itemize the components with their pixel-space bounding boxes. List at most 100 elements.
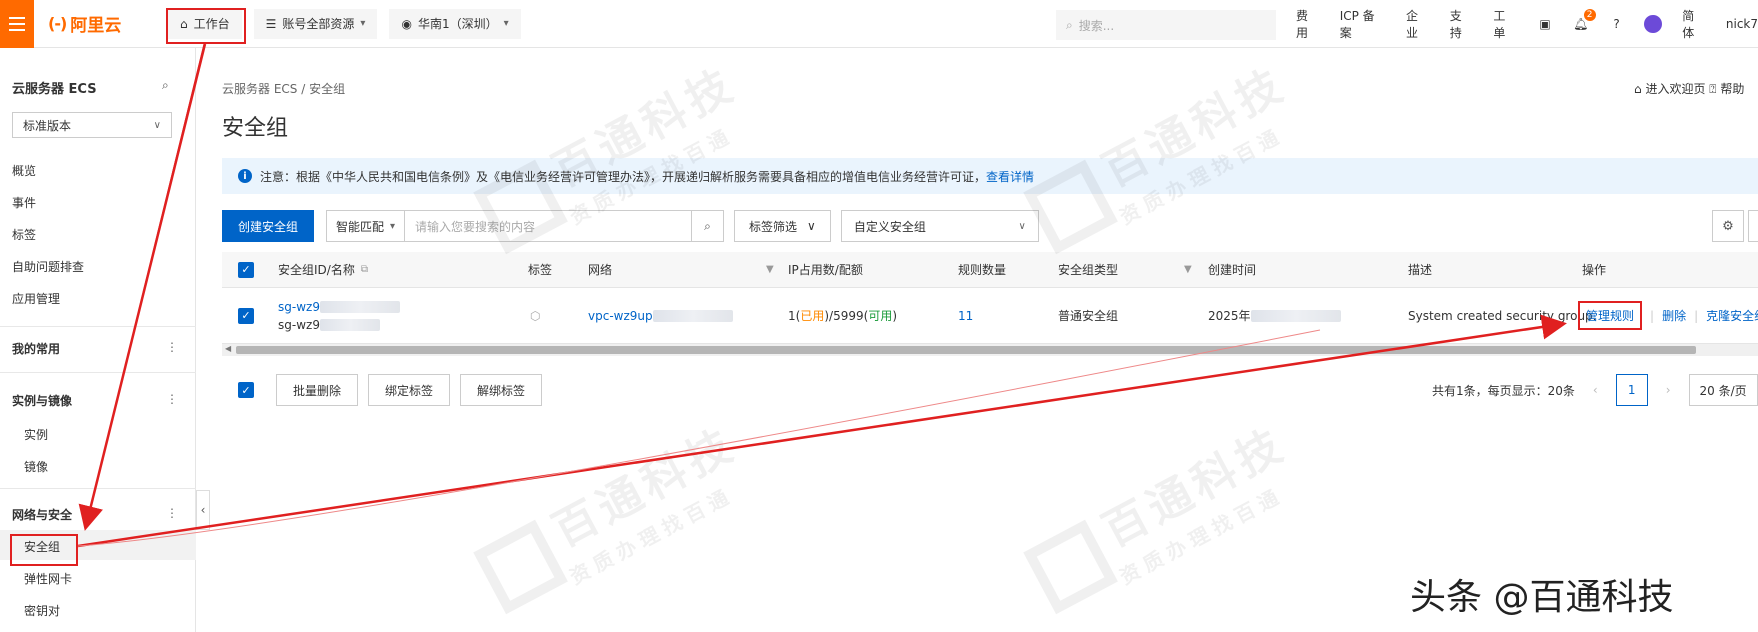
row-id-cell: sg-wz9 sg-wz9 [278,288,400,343]
region-selector[interactable]: ◉ 华南1（深圳） ▾ [389,8,521,39]
sidebar-item-keypair[interactable]: 密钥对 [24,602,60,619]
horizontal-scrollbar[interactable]: ◀ [222,344,1758,356]
bell-icon[interactable]: 🔔︎ 2 [1573,9,1596,32]
more-icon[interactable]: ⋮ [166,340,178,354]
avatar[interactable] [1644,15,1663,33]
help-link[interactable]: 帮助 [1720,82,1744,96]
collapse-sidebar-button[interactable]: ‹ [196,490,210,530]
search-icon[interactable]: ⌕ [691,211,723,241]
delete-link[interactable]: 删除 [1662,307,1686,324]
more-icon[interactable]: ⋮ [166,392,178,406]
link-icp[interactable]: ICP 备案 [1340,7,1386,41]
link-ticket[interactable]: 工单 [1493,7,1517,41]
language-switch[interactable]: 简体 [1682,7,1706,41]
sidebar-group-instances[interactable]: 实例与镜像 [12,392,72,409]
chevron-down-icon: ∨ [807,219,816,233]
sidebar-item-tags[interactable]: 标签 [12,226,36,243]
divider: | [1694,308,1699,323]
pagination-summary: 共有1条，每页显示：20条 [1432,383,1575,398]
tag-icon[interactable]: ⬡ [530,288,540,343]
match-mode-select[interactable]: 智能匹配 ▾ [327,211,406,241]
header-id: 安全组ID/名称 ⧉ [278,252,368,287]
sidebar-item-images[interactable]: 镜像 [24,458,48,475]
home-icon: ⌂ [1634,82,1642,96]
highlight-workbench [166,8,246,44]
created-cell: 2025年 [1208,288,1341,343]
page-size-select[interactable]: 20 条/页 [1688,374,1758,406]
arrow-guide [77,329,1321,547]
watermark: 百通科技 [1017,409,1305,614]
settings-icon[interactable]: ⚙ [1712,210,1744,242]
sidebar-item-instances[interactable]: 实例 [24,426,48,443]
more-icon[interactable]: ⋮ [166,506,178,520]
menu-icon[interactable] [0,0,34,48]
aliyun-logo[interactable]: (-) 阿里云 [48,11,138,36]
sidebar-item-overview[interactable]: 概览 [12,162,36,179]
check-icon: ✓ [238,307,254,324]
search-input[interactable]: 请输入您要搜索的内容 [405,211,691,241]
tag-filter-label: 标签筛选 [749,219,798,234]
version-select[interactable]: 标准版本 ∨ [12,112,172,138]
search-group: 智能匹配 ▾ 请输入您要搜索的内容 ⌕ [326,210,725,242]
link-support[interactable]: 支持 [1450,7,1474,41]
sidebar-group-network[interactable]: 网络与安全 [12,506,72,523]
tag-filter-button[interactable]: 标签筛选 ∨ [734,210,831,242]
sidebar-item-eni[interactable]: 弹性网卡 [24,570,72,587]
sg-type: 普通安全组 [1058,309,1119,323]
search-icon[interactable]: ⌕ [162,78,169,93]
notice-link[interactable]: 查看详情 [986,170,1034,184]
chevron-down-icon: ▾ [503,18,509,29]
bind-tag-button[interactable]: 绑定标签 [368,374,451,406]
vpc-link: vpc-wz9up [588,308,653,323]
custom-security-group-select[interactable]: 自定义安全组 ∨ [840,210,1039,242]
filter-icon[interactable]: ▼ [1178,252,1192,287]
resource-selector[interactable]: ☰ 账号全部资源 ▾ [253,8,378,39]
row-checkbox[interactable]: ✓ [238,288,254,343]
network-cell[interactable]: vpc-wz9up [588,288,733,343]
global-search-input[interactable]: ⌕ 搜索... [1056,10,1276,40]
filter-icon[interactable]: ▼ [760,252,774,287]
search-icon: ⌕ [1066,17,1073,32]
select-all-checkbox[interactable]: ✓ [238,252,254,287]
notice-text: 注意：根据《中华人民共和国电信条例》及《电信业务经营许可管理办法》，开展递归解析… [260,168,1034,185]
clone-link[interactable]: 克隆安全组 [1706,307,1758,324]
help-icon[interactable]: ? [1609,16,1625,32]
toolbar: 创建安全组 智能匹配 ▾ 请输入您要搜索的内容 ⌕ 标签筛选 ∨ 自定义安全组 … [222,210,1039,242]
breadcrumb: 云服务器 ECS / 安全组 [222,82,346,96]
header-rules: 规则数量 [958,263,1007,277]
watermark-logo [473,519,568,614]
divider: | [1650,308,1655,323]
info-icon: i [238,169,252,183]
sidebar-item-troubleshoot[interactable]: 自助问题排查 [12,258,84,275]
unbind-tag-button[interactable]: 解绑标签 [460,374,543,406]
list-icon: ☰ [265,16,277,31]
watermark: 百通科技 [467,409,755,614]
notice-body: 注意：根据《中华人民共和国电信条例》及《电信业务经营许可管理办法》，开展递归解析… [260,169,987,184]
resource-label: 账号全部资源 [282,17,355,31]
arrow-sidebar-to-manage [77,314,1567,548]
chevron-down-icon: ▾ [360,18,366,29]
sidebar-group-favorites[interactable]: 我的常用 [12,340,60,357]
sidebar-item-app-management[interactable]: 应用管理 [12,290,60,307]
welcome-link[interactable]: 进入欢迎页 [1645,82,1705,96]
create-security-group-button[interactable]: 创建安全组 [222,210,315,242]
manage-rules-link[interactable]: 管理规则 [1578,301,1643,330]
scroll-left-icon[interactable]: ◀ [225,344,231,353]
sidebar-item-events[interactable]: 事件 [12,194,36,211]
prev-page-icon[interactable]: ‹ [1593,383,1598,397]
terminal-icon[interactable]: ▣ [1537,16,1553,32]
page-number[interactable]: 1 [1615,374,1648,406]
link-billing[interactable]: 费用 [1296,7,1320,41]
copy-icon[interactable]: ⧉ [361,264,368,275]
refresh-icon[interactable] [1748,210,1758,242]
scroll-thumb[interactable] [236,346,1696,354]
next-page-icon[interactable]: › [1666,383,1671,397]
select-all-checkbox-bottom[interactable]: ✓ [238,382,254,398]
batch-delete-button[interactable]: 批量删除 [276,374,359,406]
ip-avail-label: 可用 [868,309,893,323]
security-group-id-link[interactable]: sg-wz9 [278,300,400,314]
link-enterprise[interactable]: 企业 [1406,7,1430,41]
rules-count-link[interactable]: 11 [958,288,973,343]
user-name[interactable]: nick7 [1726,17,1758,31]
header-type: 安全组类型 [1058,263,1119,277]
